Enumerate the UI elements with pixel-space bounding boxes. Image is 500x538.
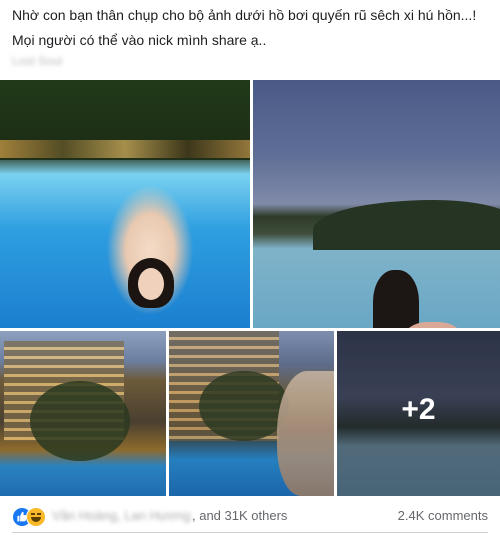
post-footer: Văn Hoàng, Lan Hương , and 31K others 2.… — [12, 505, 490, 527]
photo-4[interactable] — [169, 331, 334, 496]
photo-5-more[interactable]: +2 — [337, 331, 500, 496]
tree — [30, 381, 130, 461]
reactions-count[interactable]: , and 31K others — [192, 508, 287, 523]
reaction-icons[interactable] — [12, 505, 52, 527]
caption-line-1: Nhờ con bạn thân chụp cho bộ ảnh dưới hồ… — [12, 7, 477, 23]
person-hair — [277, 371, 334, 496]
hill — [313, 200, 500, 250]
post-caption: Nhờ con bạn thân chụp cho bộ ảnh dưới hồ… — [12, 6, 492, 56]
person-face — [138, 268, 164, 300]
photo-2[interactable] — [253, 80, 500, 328]
photo-3[interactable] — [0, 331, 166, 496]
photo-1[interactable] — [0, 80, 250, 328]
pool-lights — [0, 140, 250, 158]
tree — [199, 371, 289, 441]
more-photos-count[interactable]: +2 — [337, 393, 500, 427]
comments-count[interactable]: 2.4K comments — [398, 508, 488, 523]
haha-icon — [26, 507, 46, 527]
blurred-link[interactable]: Lost Soul — [12, 54, 62, 68]
reacted-names[interactable]: Văn Hoàng, Lan Hương — [52, 508, 191, 523]
person-hair — [373, 270, 419, 328]
caption-line-2: Mọi người có thể vào nick mình share ạ.. — [12, 32, 267, 48]
divider — [12, 532, 488, 533]
